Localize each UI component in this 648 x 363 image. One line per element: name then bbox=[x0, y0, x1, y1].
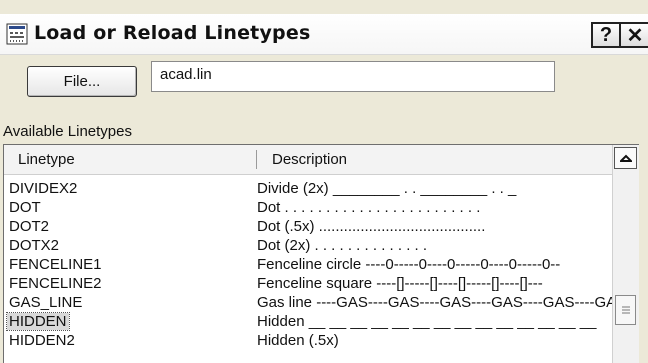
available-linetypes-label: Available Linetypes bbox=[3, 123, 132, 140]
linetype-name: DOT bbox=[9, 199, 41, 216]
list-item[interactable]: HIDDEN2 Hidden (.5x) bbox=[4, 332, 612, 351]
column-divider[interactable] bbox=[256, 150, 257, 169]
list-item[interactable]: FENCELINE1 Fenceline circle ----0-----0-… bbox=[4, 256, 612, 275]
list-item[interactable]: DOT Dot . . . . . . . . . . . . . . . . … bbox=[4, 199, 612, 218]
load-linetypes-dialog: Load or Reload Linetypes ? ✕ File... aca… bbox=[0, 0, 648, 363]
list-item[interactable]: DOT2 Dot (.5x) .........................… bbox=[4, 218, 612, 237]
close-icon: ✕ bbox=[626, 24, 644, 47]
linetype-name: DIVIDEX2 bbox=[9, 180, 78, 197]
linetypes-list[interactable]: Linetype Description DIVIDEX2 Divide (2x… bbox=[3, 144, 639, 363]
linetype-description: Dot (2x) . . . . . . . . . . . . . . bbox=[257, 237, 428, 254]
list-item[interactable]: DOTX2 Dot (2x) . . . . . . . . . . . . .… bbox=[4, 237, 612, 256]
help-button[interactable]: ? bbox=[591, 22, 621, 48]
linetype-name: FENCELINE2 bbox=[9, 275, 102, 292]
list-rows: DIVIDEX2 Divide (2x) ________ . . ______… bbox=[4, 180, 612, 351]
linetype-name: DOT2 bbox=[9, 218, 50, 235]
linetype-description: Fenceline circle ----0-----0----0-----0-… bbox=[257, 256, 561, 273]
chevron-up-icon bbox=[619, 154, 632, 162]
list-item[interactable]: GAS_LINE Gas line ----GAS----GAS----GAS-… bbox=[4, 294, 612, 313]
list-header: Linetype Description bbox=[4, 145, 612, 175]
grip-icon bbox=[621, 306, 630, 314]
scroll-up-button[interactable] bbox=[614, 147, 637, 169]
linetype-description: Fenceline square ----[]-----[]----[]----… bbox=[257, 275, 543, 292]
list-item[interactable]: FENCELINE2 Fenceline square ----[]-----[… bbox=[4, 275, 612, 294]
linetype-name: DOTX2 bbox=[9, 237, 60, 254]
list-item[interactable]: DIVIDEX2 Divide (2x) ________ . . ______… bbox=[4, 180, 612, 199]
column-header-linetype[interactable]: Linetype bbox=[18, 151, 75, 168]
vertical-scrollbar[interactable] bbox=[612, 145, 639, 363]
linetype-name: HIDDEN bbox=[6, 312, 70, 331]
file-button[interactable]: File... bbox=[27, 66, 137, 97]
help-icon: ? bbox=[599, 23, 613, 46]
list-item-selected[interactable]: HIDDEN Hidden __ __ __ __ __ __ __ __ __… bbox=[4, 312, 612, 332]
linetype-name: HIDDEN2 bbox=[9, 332, 75, 349]
scrollbar-thumb[interactable] bbox=[615, 295, 636, 325]
linetype-name: GAS_LINE bbox=[9, 294, 83, 311]
close-button[interactable]: ✕ bbox=[619, 22, 648, 48]
linetype-description: Divide (2x) ________ . . ________ . . _ bbox=[257, 180, 517, 197]
linetype-description: Hidden (.5x) bbox=[257, 332, 339, 349]
linetype-description: Dot . . . . . . . . . . . . . . . . . . … bbox=[257, 199, 481, 216]
dialog-title: Load or Reload Linetypes bbox=[34, 22, 311, 44]
linetype-name: FENCELINE1 bbox=[9, 256, 102, 273]
linetype-description: Dot (.5x) ..............................… bbox=[257, 218, 486, 235]
linetype-dialog-icon bbox=[6, 23, 28, 45]
linetype-description: Gas line ----GAS----GAS----GAS----GAS---… bbox=[257, 294, 612, 311]
filename-field[interactable]: acad.lin bbox=[151, 61, 555, 92]
title-bar[interactable]: Load or Reload Linetypes ? ✕ bbox=[0, 14, 648, 55]
linetype-description: Hidden __ __ __ __ __ __ __ __ __ __ __ … bbox=[257, 313, 597, 330]
column-header-description[interactable]: Description bbox=[272, 151, 347, 168]
